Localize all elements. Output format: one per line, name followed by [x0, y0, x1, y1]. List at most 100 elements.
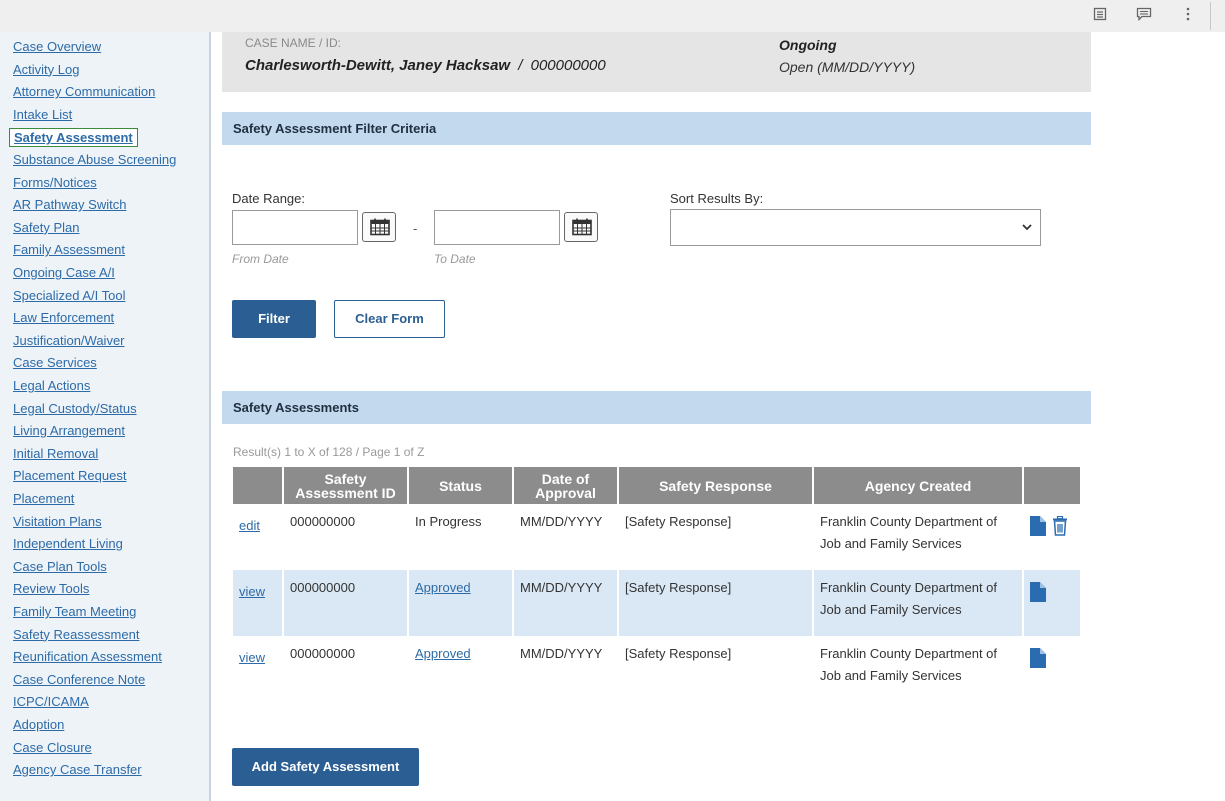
date-range-label: Date Range: [232, 191, 305, 206]
safety-response: [Safety Response] [618, 504, 814, 570]
agency-line-2: Job and Family Services [820, 536, 962, 551]
trash-icon[interactable] [1052, 515, 1068, 539]
sidebar-item-justification-waiver[interactable]: Justification/Waiver [13, 332, 125, 350]
from-date-input[interactable] [232, 210, 358, 245]
sidebar-item-review-tools[interactable]: Review Tools [13, 580, 89, 598]
sidebar-item-safety-plan[interactable]: Safety Plan [13, 219, 80, 237]
sidebar-item-case-closure[interactable]: Case Closure [13, 739, 92, 757]
results-count: Result(s) 1 to X of 128 / Page 1 of Z [233, 445, 425, 459]
table-row: view 000000000 Approved MM/DD/YYYY [Safety R… [233, 636, 1080, 702]
comment-icon[interactable] [1134, 6, 1154, 26]
toolbar-divider [1210, 2, 1211, 30]
case-id: 000000000 [530, 57, 606, 74]
column-header-agency[interactable]: Agency Created [813, 467, 1024, 504]
agency-line-2: Job and Family Services [820, 602, 962, 617]
sidebar-item-agency-case-transfer[interactable]: Agency Case Transfer [13, 761, 142, 779]
approval-date: MM/DD/YYYY [513, 636, 619, 702]
add-safety-assessment-button[interactable]: Add Safety Assessment [232, 748, 419, 786]
to-date-input[interactable] [434, 210, 560, 245]
sidebar-item-specialized-a-i-tool[interactable]: Specialized A/I Tool [13, 287, 126, 305]
sidebar-item-legal-custody-status[interactable]: Legal Custody/Status [13, 400, 137, 418]
filter-section-header: Safety Assessment Filter Criteria [222, 112, 1091, 145]
from-date-calendar-button[interactable] [362, 212, 396, 242]
table-row: edit 000000000 In Progress MM/DD/YYYY [Safet… [233, 504, 1080, 570]
sidebar-item-initial-removal[interactable]: Initial Removal [13, 445, 98, 463]
calendar-icon [370, 218, 390, 236]
sidebar-item-intake-list[interactable]: Intake List [13, 106, 72, 124]
sidebar-item-family-assessment[interactable]: Family Assessment [13, 241, 125, 259]
edit-link[interactable]: edit [239, 518, 260, 533]
sidebar-item-case-services[interactable]: Case Services [13, 354, 97, 372]
sidebar-item-safety-assessment[interactable]: Safety Assessment [9, 128, 138, 148]
assessments-section-header: Safety Assessments [222, 391, 1091, 424]
case-name-label: CASE NAME / ID: [245, 36, 342, 50]
case-name: Charlesworth-Dewitt, Janey Hacksaw / 000… [245, 57, 606, 74]
filter-button[interactable]: Filter [232, 300, 316, 338]
sidebar-item-adoption[interactable]: Adoption [13, 716, 64, 734]
case-header: CASE NAME / ID: Charlesworth-Dewitt, Jan… [222, 32, 1091, 92]
case-separator: / [518, 57, 523, 74]
agency-line-2: Job and Family Services [820, 668, 962, 683]
sidebar-item-safety-reassessment[interactable]: Safety Reassessment [13, 626, 139, 644]
assessment-id: 000000000 [283, 504, 409, 570]
column-header-response[interactable]: Safety Response [618, 467, 814, 504]
safety-response: [Safety Response] [618, 570, 814, 636]
sidebar-item-ongoing-case-a-i[interactable]: Ongoing Case A/I [13, 264, 115, 282]
table-header-row: Safety Assessment ID Status Date of Appr… [233, 467, 1080, 504]
document-icon[interactable] [1030, 582, 1046, 605]
assessment-id: 000000000 [283, 636, 409, 702]
sidebar-item-family-team-meeting[interactable]: Family Team Meeting [13, 603, 136, 621]
sidebar-item-case-overview[interactable]: Case Overview [13, 38, 101, 56]
sidebar-item-visitation-plans[interactable]: Visitation Plans [13, 513, 102, 531]
view-link[interactable]: view [239, 650, 265, 665]
table-row: view 000000000 Approved MM/DD/YYYY [Safety R… [233, 570, 1080, 636]
sidebar-item-reunification-assessment[interactable]: Reunification Assessment [13, 648, 162, 666]
approval-date: MM/DD/YYYY [513, 504, 619, 570]
view-link[interactable]: view [239, 584, 265, 599]
sort-label: Sort Results By: [670, 191, 764, 206]
agency-line-1: Franklin County Department of [820, 646, 998, 661]
case-status: Ongoing [779, 37, 837, 53]
sidebar-nav: Case Overview Activity Log Attorney Commun… [0, 32, 211, 801]
more-vert-icon[interactable] [1178, 6, 1198, 26]
sidebar-item-icpc-icama[interactable]: ICPC/ICAMA [13, 693, 89, 711]
column-header-action [233, 467, 284, 504]
sidebar-item-activity-log[interactable]: Activity Log [13, 61, 79, 79]
document-icon[interactable] [1030, 516, 1046, 539]
sidebar-item-forms-notices[interactable]: Forms/Notices [13, 174, 97, 192]
sidebar-item-case-conference-note[interactable]: Case Conference Note [13, 671, 145, 689]
sidebar-item-case-plan-tools[interactable]: Case Plan Tools [13, 558, 107, 576]
column-header-date[interactable]: Date of Approval [513, 467, 619, 504]
sidebar-item-independent-living[interactable]: Independent Living [13, 535, 123, 553]
approval-date: MM/DD/YYYY [513, 570, 619, 636]
case-name-value: Charlesworth-Dewitt, Janey Hacksaw [245, 57, 511, 74]
safety-response: [Safety Response] [618, 636, 814, 702]
sidebar-item-placement[interactable]: Placement [13, 490, 74, 508]
sidebar-item-attorney-communication[interactable]: Attorney Communication [13, 83, 155, 101]
status-link[interactable]: Approved [415, 580, 471, 595]
sidebar-item-law-enforcement[interactable]: Law Enforcement [13, 309, 114, 327]
chevron-down-icon [1022, 219, 1032, 234]
case-status-detail: Open (MM/DD/YYYY) [779, 59, 916, 75]
column-header-icons [1023, 467, 1080, 504]
calendar-icon [572, 218, 592, 236]
sidebar-item-legal-actions[interactable]: Legal Actions [13, 377, 90, 395]
sidebar-item-ar-pathway-switch[interactable]: AR Pathway Switch [13, 196, 126, 214]
sort-select[interactable] [670, 209, 1041, 246]
status-text: In Progress [415, 514, 482, 529]
clear-form-button[interactable]: Clear Form [334, 300, 445, 338]
sidebar-item-substance-abuse-screening[interactable]: Substance Abuse Screening [13, 151, 176, 169]
to-date-sublabel: To Date [434, 252, 476, 266]
status-link[interactable]: Approved [415, 646, 471, 661]
sidebar-item-living-arrangement[interactable]: Living Arrangement [13, 422, 125, 440]
sidebar-item-placement-request[interactable]: Placement Request [13, 467, 126, 485]
top-toolbar [0, 0, 1225, 32]
agency-line-1: Franklin County Department of [820, 580, 998, 595]
date-range-dash: - [413, 221, 418, 236]
document-icon[interactable] [1090, 6, 1110, 26]
to-date-calendar-button[interactable] [564, 212, 598, 242]
column-header-status[interactable]: Status [408, 467, 514, 504]
assessment-id: 000000000 [283, 570, 409, 636]
column-header-id[interactable]: Safety Assessment ID [283, 467, 409, 504]
document-icon[interactable] [1030, 648, 1046, 671]
